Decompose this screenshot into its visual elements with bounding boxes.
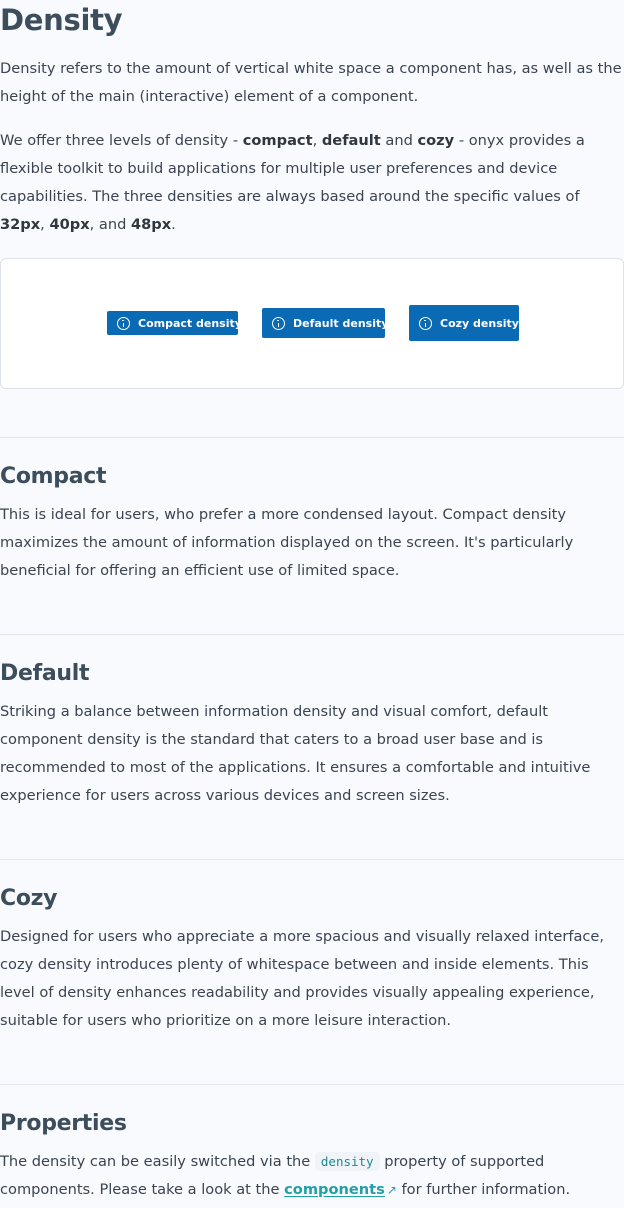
page: Density Density refers to the amount of … [0,0,624,1204]
intro-density-levels-paragraph: We offer three levels of density - compa… [0,127,624,239]
info-icon [272,316,285,330]
default-description: Striking a balance between information d… [0,703,591,804]
external-link-icon: ↗ [386,1183,397,1197]
compact-description: This is ideal for users, who prefer a mo… [0,506,574,579]
intro-paragraph: Density refers to the amount of vertical… [0,60,622,105]
value-40px: 40px [49,216,90,233]
value-32px: 32px [0,216,41,233]
cozy-section: Cozy Designed for users who appreciate a… [0,860,624,1035]
default-section: Default Striking a balance between infor… [0,635,624,810]
compact-section: Compact This is ideal for users, who pre… [0,438,624,585]
cozy-description: Designed for users who appreciate a more… [0,928,605,1029]
default-heading: Default [0,661,90,686]
info-icon [419,316,432,330]
text-segment: We offer three levels of density - [0,132,243,149]
cozy-term: cozy [417,132,455,149]
text-segment: The density can be easily switched via t… [0,1153,315,1170]
compact-term: compact [242,132,313,149]
button-label: Compact density [138,316,242,330]
compact-heading: Compact [0,464,107,489]
text-segment: . [171,216,176,233]
properties-heading: Properties [0,1111,127,1136]
properties-description: The density can be easily switched via t… [0,1148,624,1204]
density-prop-code: density [314,1152,380,1171]
default-term: default [321,132,381,149]
text-segment: and [380,132,418,149]
info-icon [117,316,130,330]
value-48px: 48px [131,216,172,233]
cozy-density-button[interactable]: Cozy density [409,305,519,341]
density-demo-box: Compact density Default density Cozy den… [0,258,624,389]
compact-density-button[interactable]: Compact density [107,311,242,335]
text-segment: , and [89,216,131,233]
cozy-heading: Cozy [0,886,58,911]
text-segment: , [312,132,322,149]
button-label: Default density [293,316,389,330]
default-density-button[interactable]: Default density [262,308,389,338]
page-title: Density [0,3,123,37]
text-segment: for further information. [396,1181,571,1198]
components-link[interactable]: components [284,1181,385,1198]
button-label: Cozy density [440,316,519,330]
properties-section: Properties The density can be easily swi… [0,1085,624,1204]
